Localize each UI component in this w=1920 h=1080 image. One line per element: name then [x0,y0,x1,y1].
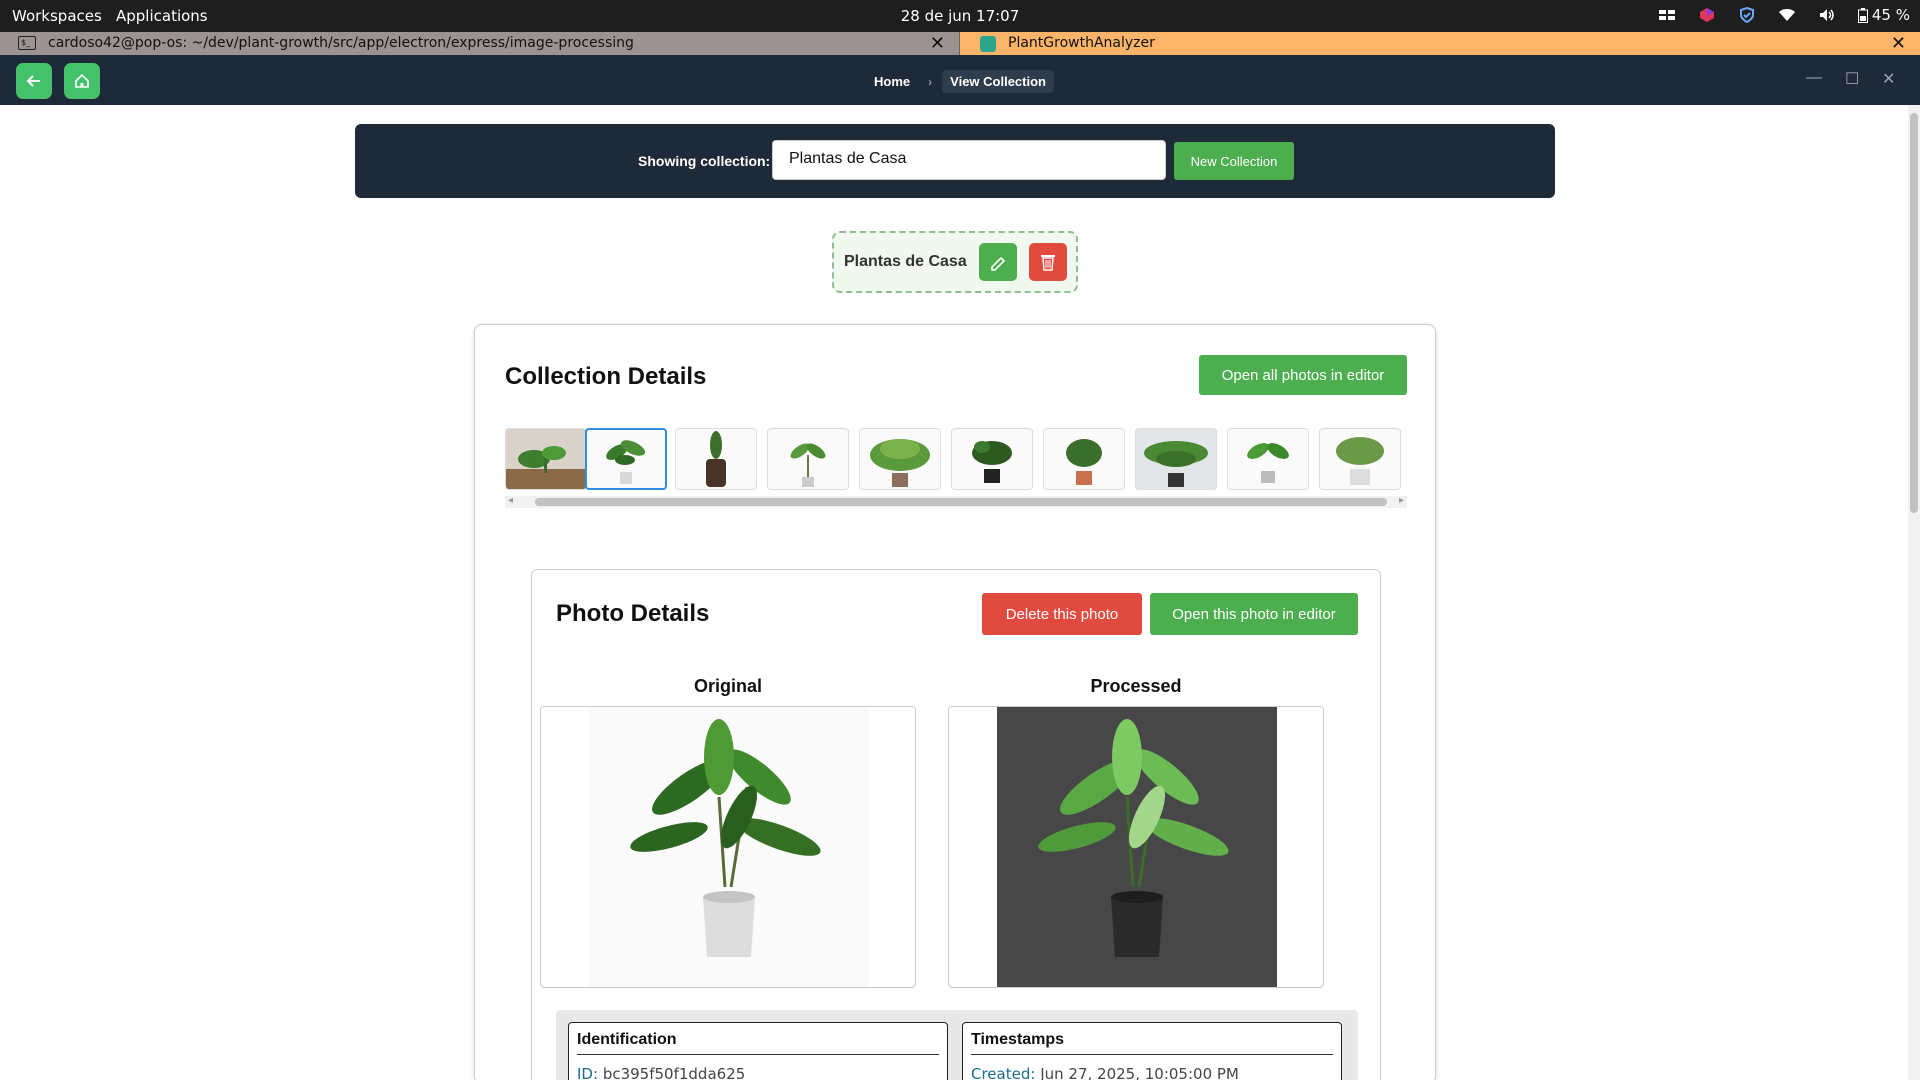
open-all-photos-button[interactable]: Open all photos in editor [1199,355,1407,395]
terminal-tab-title: cardoso42@pop-os: ~/dev/plant-growth/src… [48,35,634,51]
system-tray: 45 % [1658,6,1910,24]
app-indicator-icon[interactable] [1698,6,1716,24]
photo-thumbnail[interactable] [1319,428,1401,490]
photo-thumbnail[interactable] [1135,428,1217,490]
collection-selector-bar: Showing collection: Plantas de Casa New … [355,124,1555,198]
timestamps-card: Timestamps Created: Jun 27, 2025, 10:05:… [962,1022,1342,1080]
photo-thumbnail[interactable] [1227,428,1309,490]
collection-details-title: Collection Details [505,363,707,390]
photo-thumbnail[interactable] [859,428,941,490]
plant-thumbnail-image [606,440,646,484]
page-scrollbar[interactable] [1908,105,1920,1080]
plant-thumbnail-image [870,439,930,487]
minimize-icon[interactable]: — [1806,69,1822,87]
window-tabs: $_ cardoso42@pop-os: ~/dev/plant-growth/… [0,32,1920,55]
battery-icon [1857,7,1868,23]
scroll-left-icon[interactable]: ◂ [508,495,513,506]
plant-thumbnail-image [1336,437,1384,485]
collection-chip: Plantas de Casa [832,231,1078,293]
collection-select[interactable]: Plantas de Casa [772,140,1166,180]
app-tab-title: PlantGrowthAnalyzer [1008,35,1155,51]
photo-thumbnail[interactable] [951,428,1033,490]
delete-collection-button[interactable] [1029,243,1067,281]
battery-status[interactable]: 45 % [1857,6,1910,24]
app-logo-icon [980,36,996,52]
wifi-icon[interactable] [1778,6,1796,24]
divider [971,1054,1333,1055]
vpn-shield-icon[interactable] [1738,6,1756,24]
pencil-icon [991,256,1006,271]
photo-thumbnail[interactable] [505,428,587,490]
volume-icon[interactable] [1818,6,1836,24]
breadcrumb-home[interactable]: Home [866,70,918,93]
processed-label: Processed [1090,676,1182,696]
collection-selector-label: Showing collection: [638,153,771,169]
original-label: Original [693,676,762,696]
divider [577,1054,939,1055]
plant-thumbnail-image [1144,441,1208,487]
plant-thumbnail-image [706,431,726,487]
photo-details-card: Photo Details Delete this photo Open thi… [531,569,1381,1080]
breadcrumb: Home › View Collection [0,70,1920,93]
applications-menu[interactable]: Applications [116,7,208,25]
maximize-icon[interactable]: ☐ [1845,69,1859,89]
timestamps-title: Timestamps [971,1031,1065,1048]
app-window-tab[interactable]: PlantGrowthAnalyzer ✕ [960,32,1920,55]
window-close-icon[interactable]: ✕ [1882,69,1895,89]
breadcrumb-view-collection[interactable]: View Collection [942,70,1054,93]
thumbnail-scrollbar[interactable]: ◂ ▸ [505,495,1407,508]
terminal-icon: $_ [18,36,36,50]
app-header: Home › View Collection — ☐ ✕ [0,55,1920,105]
workspaces-menu[interactable]: Workspaces [12,7,102,25]
layout-icon[interactable] [1658,6,1676,24]
plant-thumbnail-image [1066,439,1102,485]
photo-thumbnail-selected[interactable] [585,428,667,490]
page-scrollbar-thumb[interactable] [1910,113,1918,513]
edit-collection-button[interactable] [979,243,1017,281]
photo-thumbnail[interactable] [767,428,849,490]
identification-card: Identification ID: bc395f50f1dda625 [568,1022,948,1080]
chevron-right-icon: › [928,74,933,89]
plant-thumbnail-image [1247,443,1289,483]
new-collection-button[interactable]: New Collection [1174,142,1294,180]
plant-thumbnail-image [972,441,1012,483]
collection-name: Plantas de Casa [844,253,967,270]
open-photo-button[interactable]: Open this photo in editor [1150,593,1358,635]
close-icon[interactable]: ✕ [930,33,945,54]
scroll-right-icon[interactable]: ▸ [1399,495,1404,506]
photo-thumbnail[interactable] [675,428,757,490]
plant-thumbnail-image [506,446,586,489]
plant-thumbnail-image [790,443,826,487]
system-clock[interactable]: 28 de jun 17:07 [0,7,1920,25]
system-top-bar: Workspaces Applications 28 de jun 17:07 … [0,0,1920,32]
main-content: Showing collection: Plantas de Casa New … [0,105,1920,1080]
close-icon[interactable]: ✕ [1891,33,1906,54]
terminal-window-tab[interactable]: $_ cardoso42@pop-os: ~/dev/plant-growth/… [0,32,960,55]
trash-icon [1041,255,1055,271]
photo-details-title: Photo Details [556,600,710,627]
original-image [540,706,916,988]
identification-title: Identification [577,1031,677,1048]
battery-percent: 45 % [1871,6,1910,24]
photo-metadata-panel: Identification ID: bc395f50f1dda625 Time… [556,1010,1358,1080]
collection-details-card: Collection Details Open all photos in ed… [474,324,1436,1080]
created-timestamp: Created: Jun 27, 2025, 10:05:00 PM [971,1065,1239,1080]
processed-image [948,706,1324,988]
photo-thumbnail[interactable] [1043,428,1125,490]
scrollbar-thumb[interactable] [535,498,1387,506]
delete-photo-button[interactable]: Delete this photo [982,593,1142,635]
thumbnail-strip[interactable] [505,428,1407,494]
photo-id: ID: bc395f50f1dda625 [577,1065,746,1080]
